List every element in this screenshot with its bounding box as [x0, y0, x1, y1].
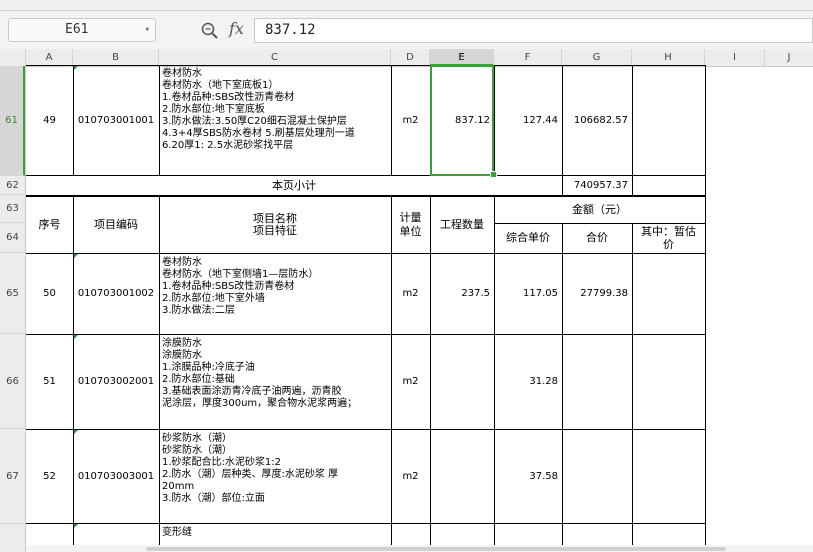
- cell-c68[interactable]: 变形缝: [160, 526, 390, 545]
- cell-f61[interactable]: 127.44: [494, 66, 562, 175]
- header-total[interactable]: 合价: [562, 223, 632, 253]
- cell-d66[interactable]: m2: [391, 335, 430, 429]
- header-amount[interactable]: 金额（元）: [494, 197, 705, 223]
- row-header-65[interactable]: 65: [0, 253, 25, 334]
- cell-a67[interactable]: 52: [26, 430, 73, 523]
- cell-b61[interactable]: 010703001001: [73, 66, 159, 175]
- row-header-61[interactable]: 61: [0, 66, 25, 176]
- cell-c61[interactable]: 卷材防水 卷材防水（地下室底板1） 1.卷材品种:SBS改性沥青卷材 2.防水部…: [160, 67, 390, 175]
- column-header-i[interactable]: I: [705, 49, 765, 66]
- header-provisional[interactable]: 其中：暂估 价: [632, 223, 705, 253]
- cell-e65[interactable]: 237.5: [430, 254, 494, 334]
- cell-g65[interactable]: 27799.38: [562, 254, 632, 334]
- cell-d61[interactable]: m2: [391, 66, 430, 175]
- cell-page-subtotal-label[interactable]: 本页小计: [26, 176, 562, 195]
- row-header-64[interactable]: 64: [0, 223, 25, 253]
- cell-g67[interactable]: [562, 430, 632, 523]
- header-seq[interactable]: 序号: [26, 197, 73, 253]
- cell-e67[interactable]: [430, 430, 494, 523]
- column-header-e[interactable]: E: [430, 49, 494, 66]
- column-header-d[interactable]: D: [391, 49, 430, 66]
- name-box-value: E61: [65, 22, 89, 37]
- cell-b67[interactable]: 010703003001: [73, 430, 159, 523]
- cell-g61[interactable]: 106682.57: [562, 66, 632, 175]
- header-code[interactable]: 项目编码: [73, 197, 159, 253]
- column-header-f[interactable]: F: [494, 49, 562, 66]
- cell-c65[interactable]: 卷材防水 卷材防水（地下室侧墙1—层防水） 1.卷材品种:SBS改性沥青卷材 2…: [160, 256, 390, 334]
- cell-a65[interactable]: 50: [26, 254, 73, 334]
- header-unit-price[interactable]: 综合单价: [494, 223, 562, 253]
- cell-b65[interactable]: 010703001002: [73, 254, 159, 334]
- row-header-63[interactable]: 63: [0, 195, 25, 223]
- cell-c66[interactable]: 涂膜防水 涂膜防水 1.涂膜品种:冷底子油 2.防水部位:基础 3.基础表面涂沥…: [160, 337, 390, 429]
- column-header-c[interactable]: C: [159, 49, 391, 66]
- cell-d65[interactable]: m2: [391, 254, 430, 334]
- column-header-b[interactable]: B: [73, 49, 159, 66]
- header-qty[interactable]: 工程数量: [430, 197, 494, 253]
- name-box[interactable]: E61 ▾: [8, 18, 156, 42]
- row-header-68[interactable]: [0, 524, 25, 552]
- column-header-h[interactable]: H: [632, 49, 705, 66]
- top-toolbar-edge: [0, 0, 813, 11]
- header-name[interactable]: 项目名称 项目特征: [159, 197, 391, 253]
- cell-f67[interactable]: 37.58: [494, 430, 562, 523]
- cell-g66[interactable]: [562, 335, 632, 429]
- column-header-j[interactable]: J: [765, 49, 813, 66]
- cell-a61[interactable]: 49: [26, 66, 73, 175]
- active-cell-selection: [430, 65, 494, 176]
- chevron-down-icon[interactable]: ▾: [145, 19, 150, 41]
- horizontal-scrollbar[interactable]: [26, 545, 813, 552]
- row-header-bar: 61 62 63 64 65 66 67: [0, 66, 26, 552]
- cell-g62[interactable]: 740957.37: [562, 176, 632, 195]
- row-header-67[interactable]: 67: [0, 429, 25, 524]
- row-header-62[interactable]: 62: [0, 176, 25, 195]
- cell-b66[interactable]: 010703002001: [73, 335, 159, 429]
- column-header-a[interactable]: A: [26, 49, 73, 66]
- header-unit[interactable]: 计量 单位: [391, 197, 430, 253]
- zoom-icon[interactable]: [201, 22, 218, 39]
- column-header-g[interactable]: G: [562, 49, 632, 66]
- row-header-66[interactable]: 66: [0, 334, 25, 429]
- scrollbar-thumb[interactable]: [146, 547, 726, 551]
- formula-input[interactable]: 837.12: [254, 18, 813, 43]
- cell-a66[interactable]: 51: [26, 335, 73, 429]
- select-all-corner[interactable]: [0, 49, 26, 66]
- cell-d67[interactable]: m2: [391, 430, 430, 523]
- fill-handle[interactable]: [490, 171, 497, 178]
- cell-e66[interactable]: [430, 335, 494, 429]
- function-fx-icon[interactable]: fx: [229, 19, 244, 38]
- cell-c67[interactable]: 砂浆防水（潮） 砂浆防水（潮） 1.砂浆配合比:水泥砂浆1:2 2.防水（潮）层…: [160, 432, 390, 523]
- cell-f65[interactable]: 117.05: [494, 254, 562, 334]
- formula-bar: E61 ▾ fx 837.12: [0, 11, 813, 49]
- cell-f66[interactable]: 31.28: [494, 335, 562, 429]
